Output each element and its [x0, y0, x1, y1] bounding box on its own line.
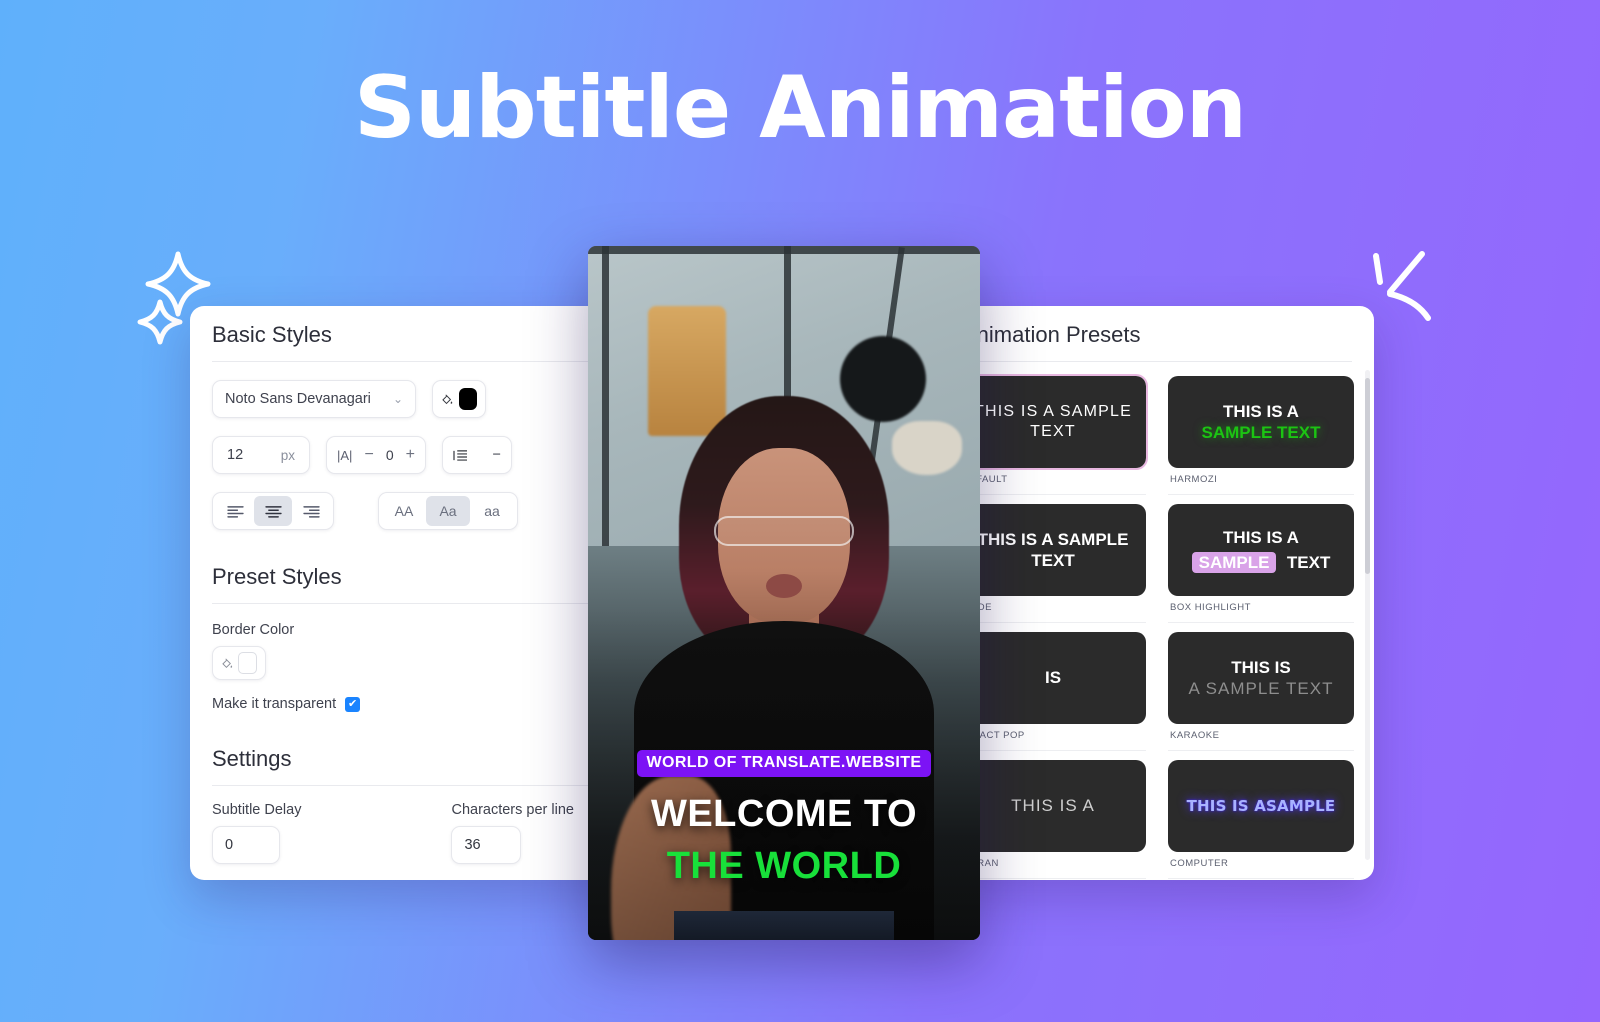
preset-item[interactable]: THIS IS A SAMPLE TEXT KARAOKE	[1168, 632, 1354, 760]
text-case-lowercase-label: aa	[484, 503, 500, 519]
preset-item[interactable]: THIS IS A QURAN	[960, 760, 1146, 880]
subtitle-delay-input[interactable]: 0	[212, 826, 280, 864]
paint-bucket-icon	[222, 658, 233, 668]
font-size-input[interactable]: 12 px	[212, 436, 310, 474]
text-case-capitalize-label: Aa	[439, 503, 457, 519]
preset-label: BOX HIGHLIGHT	[1168, 596, 1354, 623]
text-case-uppercase-button[interactable]: AA	[382, 496, 426, 526]
letter-spacing-stepper[interactable]: |A| − 0 +	[326, 436, 426, 474]
page-title: Subtitle Animation	[354, 58, 1247, 158]
line-height-stepper[interactable]: −	[442, 436, 512, 474]
preset-label: KARAOKE	[1168, 724, 1354, 751]
presets-grid: THIS IS A SAMPLE TEXT DEFAULT THIS IS A …	[958, 374, 1354, 880]
align-right-button[interactable]	[292, 496, 330, 526]
preset-preview[interactable]: THIS IS A SAMPLE TEXT	[1168, 376, 1354, 468]
preset-sample-text: THIS IS A	[1011, 796, 1095, 816]
preset-sample-text-dim: A SAMPLE TEXT	[1188, 679, 1334, 698]
preset-item[interactable]: THIS IS ASAMPLE COMPUTER	[1168, 760, 1354, 880]
preset-item[interactable]: THIS IS A SAMPLE TEXT HARMOZI	[1168, 376, 1354, 504]
preset-preview[interactable]: THIS IS A SAMPLE TEXT	[960, 504, 1146, 596]
preset-sample-text-lit: THIS IS	[1231, 657, 1291, 677]
line-height-decrease[interactable]: −	[493, 447, 501, 463]
subtitle-delay-group: Subtitle Delay 0	[212, 802, 301, 864]
preset-sample-text-accent: SAMPLE TEXT	[1201, 423, 1321, 442]
preset-sample-text: THIS IS A SAMPLE TEXT	[977, 529, 1129, 570]
align-left-icon	[226, 505, 244, 518]
text-align-group	[212, 492, 334, 530]
preset-preview[interactable]: THIS IS ASAMPLE	[1168, 760, 1354, 852]
chars-per-line-input[interactable]: 36	[451, 826, 522, 864]
text-color-swatch[interactable]	[458, 388, 477, 410]
letter-spacing-value: 0	[385, 447, 394, 463]
text-case-lowercase-button[interactable]: aa	[470, 496, 514, 526]
chevron-down-icon: ⌄	[392, 392, 403, 406]
preset-sample-text-primary: THIS IS A	[1223, 527, 1299, 547]
subtitle-overlay: WORLD OF TRANSLATE.WEBSITE WELCOME TO TH…	[588, 750, 980, 888]
subtitle-line-1: WELCOME TO	[650, 793, 918, 835]
align-center-button[interactable]	[254, 496, 292, 526]
text-fill-color-button[interactable]	[432, 380, 486, 418]
preset-label: DEFAULT	[960, 468, 1146, 495]
subtitle-line-2: THE WORLD	[666, 845, 902, 887]
transparent-label: Make it transparent	[212, 696, 337, 712]
letter-spacing-decrease[interactable]: −	[364, 446, 373, 464]
chars-per-line-label: Characters per line	[451, 802, 574, 818]
align-center-icon	[264, 505, 282, 518]
preset-item[interactable]: THIS IS A SAMPLE TEXT DEFAULT	[958, 374, 1148, 504]
animation-presets-panel: Animation Presets THIS IS A SAMPLE TEXT …	[940, 306, 1374, 880]
font-size-value: 12	[227, 447, 244, 463]
paint-bucket-icon	[442, 393, 453, 404]
preset-label: SLIDE	[960, 596, 1146, 623]
border-color-swatch[interactable]	[238, 652, 257, 674]
text-case-capitalize-button[interactable]: Aa	[426, 496, 470, 526]
preset-item[interactable]: IS IMPACT POP	[960, 632, 1146, 760]
preset-sample-text-suffix: TEXT	[1286, 553, 1331, 572]
text-case-group: AA Aa aa	[378, 492, 518, 530]
section-title-animation-presets: Animation Presets	[962, 306, 1352, 362]
preset-sample-text: THIS IS A SAMPLE TEXT	[974, 403, 1132, 440]
chars-per-line-group: Characters per line 36	[451, 802, 574, 864]
preset-label: QURAN	[960, 852, 1146, 879]
subtitle-delay-label: Subtitle Delay	[212, 802, 302, 818]
preset-item[interactable]: THIS IS A SAMPLE TEXT SLIDE	[960, 504, 1146, 632]
preset-preview[interactable]: THIS IS A SAMPLE TEXT	[1168, 632, 1354, 724]
font-family-value: Noto Sans Devanagari	[225, 391, 371, 407]
video-preview[interactable]: WORLD OF TRANSLATE.WEBSITE WELCOME TO TH…	[588, 246, 980, 940]
font-size-unit: px	[280, 447, 295, 463]
preset-sample-text: IS	[1044, 668, 1062, 688]
preset-preview[interactable]: THIS IS A	[960, 760, 1146, 852]
preset-item[interactable]: THIS IS A SAMPLE TEXT BOX HIGHLIGHT	[1168, 504, 1354, 632]
presets-scrollbar-thumb[interactable]	[1365, 378, 1370, 574]
line-height-icon	[453, 449, 467, 461]
preset-sample-text: THIS IS ASAMPLE	[1186, 796, 1336, 815]
preset-label: HARMOZI	[1168, 468, 1354, 495]
subtitle-watermark-tag: WORLD OF TRANSLATE.WEBSITE	[636, 750, 932, 777]
border-color-button[interactable]	[212, 646, 266, 680]
preset-sample-text-primary: THIS IS A	[1223, 401, 1299, 421]
preset-preview[interactable]: THIS IS A SAMPLE TEXT	[1168, 504, 1354, 596]
text-case-uppercase-label: AA	[394, 503, 414, 519]
preset-sample-text-highlight: SAMPLE	[1191, 552, 1277, 573]
preset-label: IMPACT POP	[960, 724, 1146, 751]
align-right-icon	[302, 505, 320, 518]
transparent-checkbox[interactable]: ✔	[345, 696, 361, 712]
preset-preview[interactable]: IS	[960, 632, 1146, 724]
font-family-select[interactable]: Noto Sans Devanagari ⌄	[212, 380, 416, 418]
preset-preview[interactable]: THIS IS A SAMPLE TEXT	[958, 374, 1148, 470]
letter-spacing-icon: |A|	[337, 447, 353, 463]
letter-spacing-increase[interactable]: +	[406, 446, 415, 464]
align-left-button[interactable]	[216, 496, 254, 526]
preset-label: COMPUTER	[1168, 852, 1354, 879]
presets-scroll-area[interactable]: THIS IS A SAMPLE TEXT DEFAULT THIS IS A …	[940, 362, 1374, 880]
